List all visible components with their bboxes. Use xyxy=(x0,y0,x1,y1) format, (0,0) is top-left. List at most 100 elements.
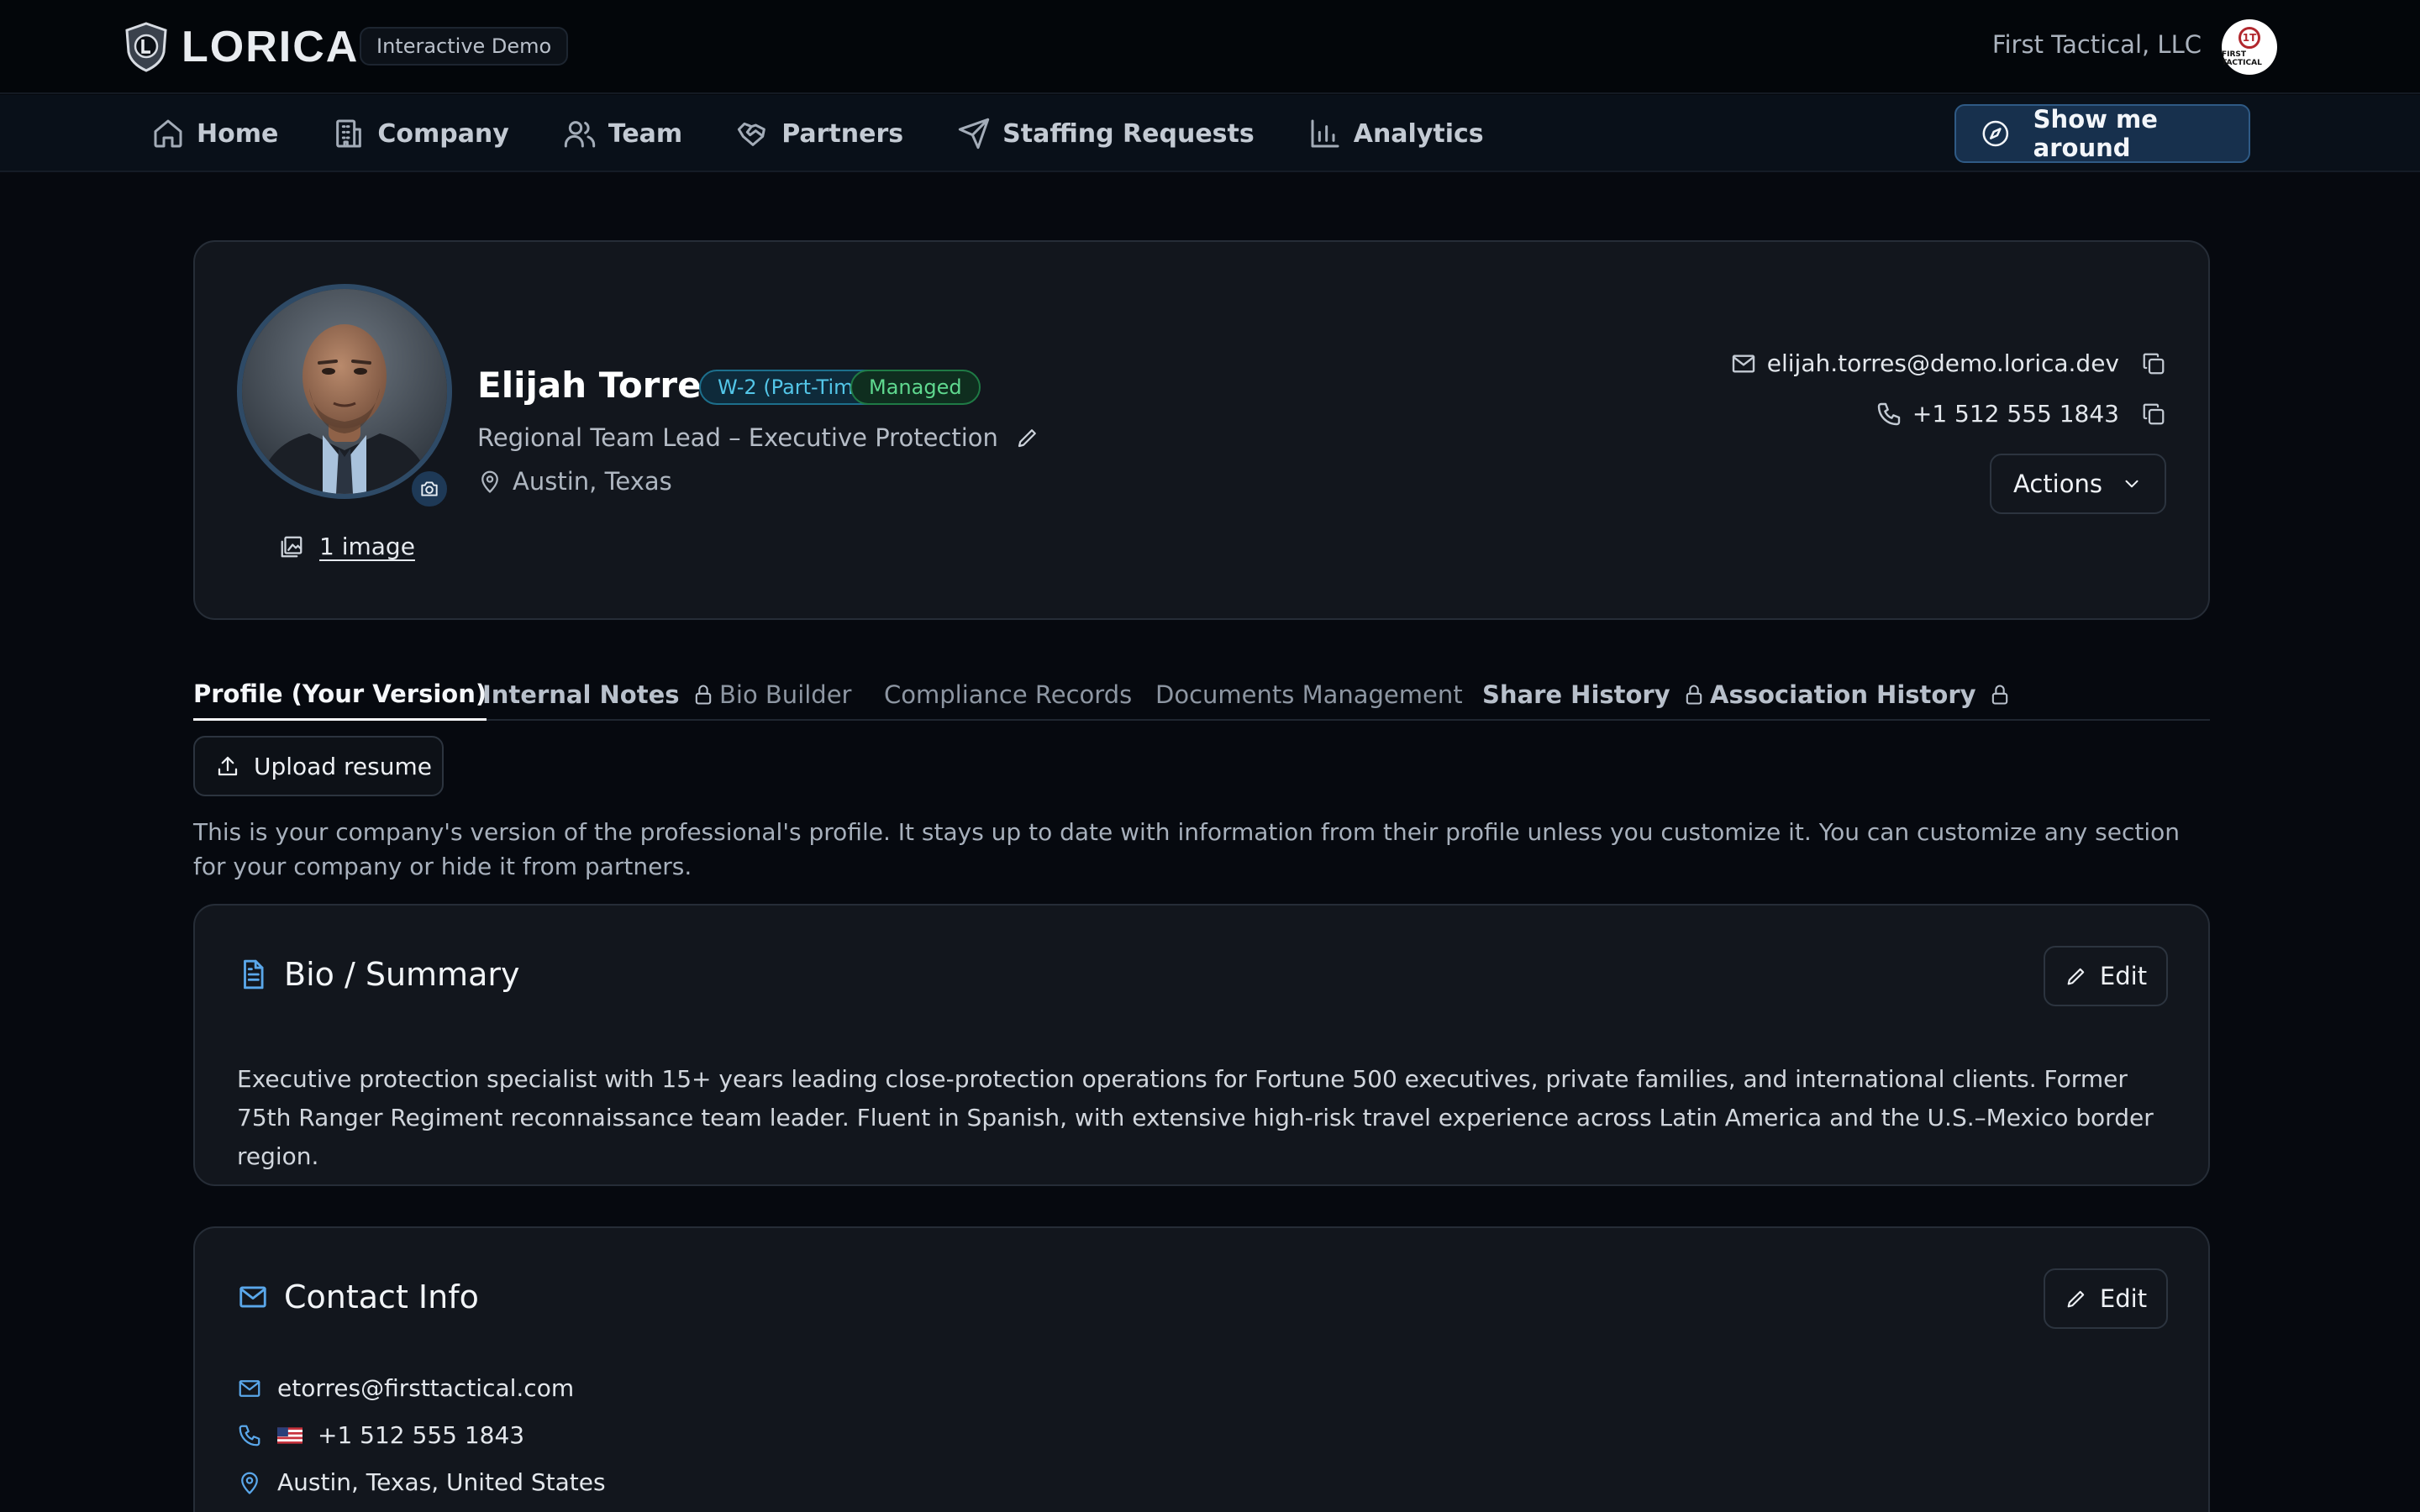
nav-item-company[interactable]: Company xyxy=(332,117,509,150)
actions-label: Actions xyxy=(2013,470,2102,498)
tab-documents-management[interactable]: Documents Management xyxy=(1155,669,1463,721)
nav-item-staffing-requests[interactable]: Staffing Requests xyxy=(957,117,1255,150)
top-bar: LORICA Interactive Demo First Tactical, … xyxy=(0,0,2420,94)
profile-email-text: elijah.torres@demo.lorica.dev xyxy=(1766,349,2119,377)
map-pin-icon xyxy=(241,1472,258,1494)
nav-item-team[interactable]: Team xyxy=(563,117,682,150)
home-icon xyxy=(154,119,182,148)
lock-icon xyxy=(1991,685,2007,705)
edit-bio-button[interactable]: Edit xyxy=(2044,946,2168,1006)
nav-label: Home xyxy=(197,118,279,149)
document-icon xyxy=(244,959,264,990)
tab-association-history[interactable]: Association History xyxy=(1710,669,2012,721)
change-photo-button[interactable] xyxy=(409,469,450,509)
show-me-around-button[interactable]: Show me around xyxy=(1954,104,2250,163)
profile-phone: +1 512 555 1843 xyxy=(1876,400,2166,428)
contact-section-title: Contact Info xyxy=(284,1278,479,1315)
tab-internal-notes[interactable]: Internal Notes xyxy=(482,669,715,721)
edit-label: Edit xyxy=(2099,962,2148,990)
tab-share-history[interactable]: Share History xyxy=(1482,669,1706,721)
demo-badge: Interactive Demo xyxy=(360,27,569,66)
managed-status-badge: Managed xyxy=(850,370,981,405)
tab-label: Internal Notes xyxy=(482,680,680,709)
tab-label: Share History xyxy=(1482,680,1670,709)
chevron-down-icon xyxy=(2125,480,2139,488)
tab-label: Association History xyxy=(1710,680,1976,709)
lock-icon xyxy=(1686,685,1702,705)
pencil-icon[interactable] xyxy=(1015,425,1040,450)
mail-icon xyxy=(239,1379,260,1397)
bio-summary-card: Bio / Summary Edit Executive protection … xyxy=(193,904,2210,1186)
profile-photo-image xyxy=(242,289,447,494)
actions-dropdown-button[interactable]: Actions xyxy=(1990,454,2166,514)
contact-address-text: Austin, Texas, United States xyxy=(277,1468,606,1496)
copy-icon[interactable] xyxy=(2141,402,2166,427)
edit-label: Edit xyxy=(2099,1284,2148,1313)
contact-email: etorres@firsttactical.com xyxy=(237,1374,574,1402)
nav-label: Team xyxy=(608,118,683,149)
profile-location-text: Austin, Texas xyxy=(513,467,672,496)
job-title-text: Regional Team Lead – Executive Protectio… xyxy=(477,423,998,452)
contact-phone: +1 512 555 1843 xyxy=(237,1421,524,1449)
nav-label: Partners xyxy=(781,118,904,149)
company-avatar[interactable]: 1T FIRST TACTICAL xyxy=(2222,19,2277,75)
images-icon xyxy=(281,536,302,557)
shield-logo-icon xyxy=(125,22,167,72)
phone-icon xyxy=(1877,402,1901,425)
tab-compliance-records[interactable]: Compliance Records xyxy=(884,669,1132,721)
users-icon xyxy=(564,121,596,148)
contact-email-text: etorres@firsttactical.com xyxy=(277,1374,575,1402)
tab-bio-builder[interactable]: Bio Builder xyxy=(719,669,851,721)
tab-label: Profile (Your Version) xyxy=(193,679,487,708)
bio-section-title: Bio / Summary xyxy=(284,956,520,993)
upload-icon xyxy=(218,756,238,776)
professional-name: Elijah Torres xyxy=(477,365,723,406)
show-me-around-label: Show me around xyxy=(2033,105,2158,162)
job-title: Regional Team Lead – Executive Protectio… xyxy=(477,423,1040,452)
us-flag-icon xyxy=(277,1426,302,1444)
profile-email: elijah.torres@demo.lorica.dev xyxy=(1730,349,2166,377)
profile-photo[interactable] xyxy=(237,284,452,499)
nav-label: Analytics xyxy=(1353,118,1484,149)
building-icon xyxy=(336,119,362,148)
handshake-icon xyxy=(738,122,766,146)
contact-phone-text: +1 512 555 1843 xyxy=(318,1421,525,1449)
bar-chart-icon xyxy=(1311,119,1339,148)
nav-label: Company xyxy=(377,118,509,149)
send-icon xyxy=(958,118,990,150)
nav-item-analytics[interactable]: Analytics xyxy=(1308,117,1484,150)
camera-icon xyxy=(421,481,438,496)
contact-address: Austin, Texas, United States xyxy=(237,1468,606,1496)
phone-icon xyxy=(239,1425,260,1446)
nav-label: Staffing Requests xyxy=(1002,118,1255,149)
profile-tabs: Profile (Your Version) Internal Notes Bi… xyxy=(193,669,2210,721)
mail-icon xyxy=(239,1286,266,1308)
company-name[interactable]: First Tactical, LLC xyxy=(1992,30,2202,59)
tab-profile-your-version[interactable]: Profile (Your Version) xyxy=(193,669,487,721)
lock-icon xyxy=(695,685,711,705)
tab-label: Documents Management xyxy=(1155,680,1463,709)
company-avatar-text: FIRST TACTICAL xyxy=(2222,50,2262,67)
copy-icon[interactable] xyxy=(2141,351,2166,376)
company-avatar-mark: 1T xyxy=(2238,27,2260,49)
profile-phone-text: +1 512 555 1843 xyxy=(1912,400,2119,428)
lorica-logo[interactable]: LORICA xyxy=(124,22,359,72)
nav-item-partners[interactable]: Partners xyxy=(736,117,903,150)
mail-icon xyxy=(1732,354,1754,373)
images-link[interactable]: 1 image xyxy=(279,533,415,560)
map-pin-icon xyxy=(481,470,498,493)
contact-info-card: Contact Info Edit etorres@firsttactical.… xyxy=(193,1226,2210,1512)
bio-section-header: Bio / Summary xyxy=(237,956,519,993)
images-link-label: 1 image xyxy=(319,533,415,560)
compass-icon xyxy=(1982,120,2009,147)
contact-section-header: Contact Info xyxy=(237,1278,479,1315)
tab-label: Compliance Records xyxy=(884,680,1133,709)
logo-text: LORICA xyxy=(182,23,360,71)
profile-header-card: 1 image Elijah Torres W-2 (Part-Time) Ma… xyxy=(193,240,2210,620)
upload-resume-label: Upload resume xyxy=(254,752,432,780)
edit-contact-button[interactable]: Edit xyxy=(2044,1268,2168,1329)
pencil-icon xyxy=(2067,968,2085,985)
profile-version-description: This is your company's version of the pr… xyxy=(193,818,2180,880)
nav-item-home[interactable]: Home xyxy=(151,117,278,150)
upload-resume-button[interactable]: Upload resume xyxy=(193,736,444,796)
